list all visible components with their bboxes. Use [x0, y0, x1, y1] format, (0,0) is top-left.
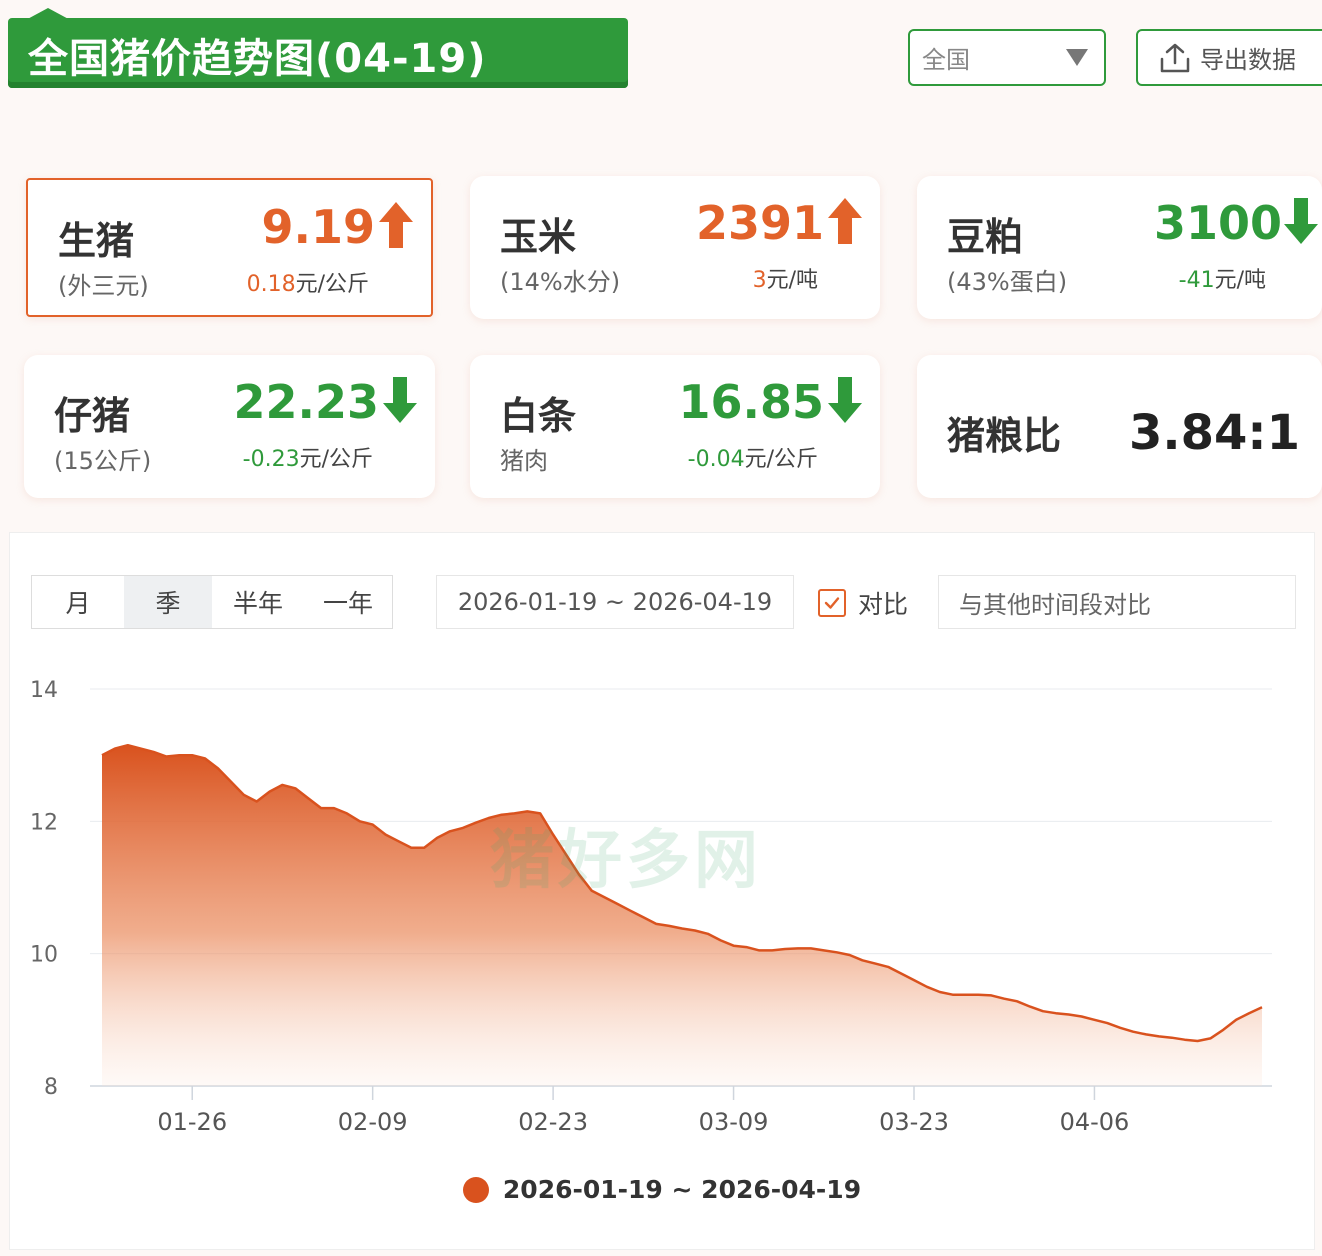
- region-select-value: 全国: [922, 46, 970, 74]
- chart-legend[interactable]: 2026-01-19 ~ 2026-04-19: [10, 1175, 1314, 1204]
- card-change-num: -41: [1178, 268, 1215, 293]
- card-change-num: -0.04: [687, 447, 745, 472]
- page-title: 全国猪价趋势图(04-19): [28, 36, 487, 82]
- card-hog-grain-ratio[interactable]: 猪粮比 3.84:1: [917, 355, 1322, 498]
- hog-grain-ratio-value: 3.84:1: [1128, 405, 1300, 461]
- watermark: 猪好多网: [490, 824, 762, 898]
- banner-notch: [22, 8, 74, 22]
- card-piglet[interactable]: 仔猪 (15公斤) 22.23 -0.23元/公斤: [24, 355, 435, 498]
- x-tick-label: 02-23: [518, 1108, 588, 1136]
- card-value: 16.85: [678, 375, 824, 429]
- legend-label: 2026-01-19 ~ 2026-04-19: [502, 1175, 862, 1204]
- y-tick-label: 8: [44, 1075, 58, 1100]
- y-tick-label: 10: [30, 943, 58, 968]
- x-tick-label: 03-23: [879, 1108, 949, 1136]
- card-change: -0.23元/公斤: [243, 441, 373, 473]
- card-value: 22.23: [233, 375, 379, 429]
- export-data-button[interactable]: 导出数据: [1136, 29, 1322, 86]
- card-name: 玉米: [500, 215, 577, 259]
- card-name: 豆粕: [947, 215, 1024, 259]
- arrow-down-icon: [828, 377, 862, 423]
- card-name: 生猪: [58, 219, 135, 263]
- card-name: 猪粮比: [947, 414, 1062, 458]
- card-change-unit: 元/公斤: [744, 447, 818, 472]
- card-corn[interactable]: 玉米 (14%水分) 2391 3元/吨: [470, 176, 880, 319]
- arrow-down-icon: [383, 377, 417, 423]
- card-value: 9.19: [261, 200, 376, 254]
- card-value: 3100: [1153, 196, 1282, 250]
- card-sub: 猪肉: [500, 447, 548, 475]
- series-area: [102, 745, 1262, 1086]
- area-layer: [101, 743, 1263, 1086]
- caret-down-icon: [1066, 49, 1088, 66]
- card-soybean-meal[interactable]: 豆粕 (43%蛋白) 3100 -41元/吨: [917, 176, 1322, 319]
- card-change: -0.04元/公斤: [688, 441, 818, 473]
- arrow-down-icon: [1284, 198, 1318, 244]
- arrow-up-icon: [379, 202, 413, 248]
- card-sub: (43%蛋白): [947, 268, 1068, 296]
- arrow-up-icon: [828, 198, 862, 244]
- chart-panel: 月 季 半年 一年 2026-01-19 ~ 2026-04-19 对比 与其他…: [9, 532, 1315, 1250]
- card-change-num: -0.23: [242, 447, 300, 472]
- card-pork-carcass[interactable]: 白条 猪肉 16.85 -0.04元/公斤: [470, 355, 880, 498]
- card-name: 仔猪: [54, 394, 131, 438]
- x-tick-label: 02-09: [338, 1108, 408, 1136]
- x-tick-label: 01-26: [157, 1108, 227, 1136]
- card-change-unit: 元/公斤: [299, 447, 373, 472]
- card-sub: (15公斤): [54, 447, 152, 475]
- export-data-label: 导出数据: [1200, 46, 1296, 74]
- y-tick-label: 14: [30, 678, 58, 703]
- card-change-unit: 元/吨: [1214, 268, 1266, 293]
- card-change-num: 0.18: [246, 272, 296, 297]
- x-tick-label: 04-06: [1060, 1108, 1130, 1136]
- card-value: 2391: [695, 196, 824, 250]
- region-select[interactable]: 全国: [908, 29, 1106, 86]
- title-banner: 全国猪价趋势图(04-19): [8, 8, 628, 88]
- card-sub: (外三元): [58, 272, 149, 300]
- upload-icon: [1160, 43, 1190, 72]
- card-sub: (14%水分): [500, 268, 621, 296]
- y-tick-label: 12: [30, 810, 58, 835]
- card-change: 3元/吨: [753, 262, 818, 294]
- x-tick-label: 03-09: [699, 1108, 769, 1136]
- legend-dot: [462, 1176, 489, 1203]
- card-change: 0.18元/公斤: [247, 266, 369, 298]
- card-change-num: 3: [752, 268, 767, 293]
- card-change-unit: 元/公斤: [295, 272, 369, 297]
- card-change-unit: 元/吨: [766, 268, 818, 293]
- card-change: -41元/吨: [1179, 262, 1266, 294]
- card-live-pig[interactable]: 生猪 (外三元) 9.19 0.18元/公斤: [26, 178, 433, 317]
- card-name: 白条: [500, 394, 577, 438]
